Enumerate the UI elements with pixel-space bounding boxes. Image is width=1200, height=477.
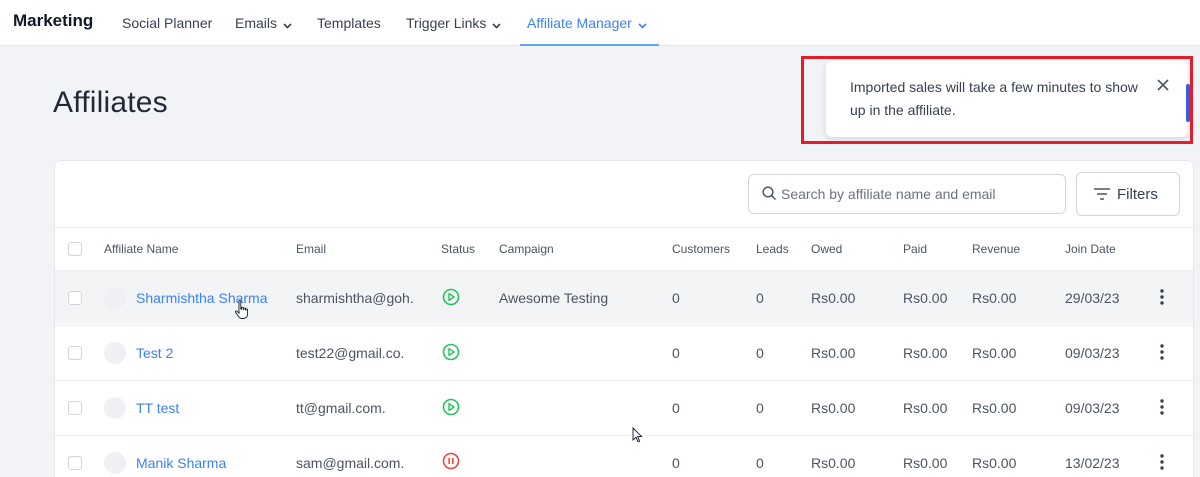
nav-affiliate-manager[interactable]: Affiliate Manager (527, 15, 647, 32)
table-header (55, 227, 1193, 269)
filters-label: Filters (1117, 186, 1158, 203)
column-header-status[interactable]: Status (441, 242, 475, 256)
nav-label: Trigger Links (406, 15, 487, 31)
page-title: Affiliates (53, 86, 168, 119)
row-checkbox[interactable] (68, 456, 82, 470)
affiliate-leads: 0 (756, 400, 764, 416)
column-header-customers[interactable]: Customers (672, 242, 730, 256)
affiliate-revenue: Rs0.00 (972, 455, 1017, 471)
kebab-menu-icon[interactable] (1160, 289, 1164, 308)
chevron-down-icon (638, 16, 647, 32)
column-header-email[interactable]: Email (296, 242, 326, 256)
affiliate-revenue: Rs0.00 (972, 400, 1017, 416)
column-header-affiliate-name[interactable]: Affiliate Name (104, 242, 178, 256)
affiliate-join-date: 29/03/23 (1065, 290, 1120, 306)
affiliate-leads: 0 (756, 290, 764, 306)
affiliate-email: sam@gmail.com. (296, 455, 405, 471)
chevron-down-icon (492, 16, 501, 32)
nav-label: Emails (235, 15, 278, 31)
affiliate-leads: 0 (756, 345, 764, 361)
affiliate-revenue: Rs0.00 (972, 345, 1017, 361)
nav-templates[interactable]: Templates (317, 15, 381, 31)
affiliate-campaign: Awesome Testing (499, 290, 609, 306)
arrow-cursor-icon (632, 426, 643, 448)
affiliate-customers: 0 (672, 455, 680, 471)
column-header-join-date[interactable]: Join Date (1065, 242, 1116, 256)
affiliate-owed: Rs0.00 (811, 290, 856, 306)
affiliate-owed: Rs0.00 (811, 455, 856, 471)
top-nav: Marketing Social Planner Emails Template… (0, 0, 1200, 46)
play-circle-icon (442, 288, 460, 311)
affiliate-revenue: Rs0.00 (972, 290, 1017, 306)
column-header-revenue[interactable]: Revenue (972, 242, 1020, 256)
affiliate-email: tt@gmail.com. (296, 400, 386, 416)
affiliate-owed: Rs0.00 (811, 345, 856, 361)
affiliate-join-date: 13/02/23 (1065, 455, 1120, 471)
affiliate-email: test22@gmail.co. (296, 345, 405, 361)
table-row[interactable]: TT test tt@gmail.com. 0 0 Rs0.00 Rs0.00 … (55, 380, 1193, 434)
affiliate-name-link[interactable]: Test 2 (136, 345, 173, 361)
affiliate-name-link[interactable]: TT test (136, 400, 179, 416)
affiliate-paid: Rs0.00 (903, 290, 948, 306)
affiliate-paid: Rs0.00 (903, 400, 948, 416)
affiliate-customers: 0 (672, 345, 680, 361)
affiliate-name-link[interactable]: Manik Sharma (136, 455, 226, 471)
nav-emails[interactable]: Emails (235, 15, 292, 32)
avatar (104, 342, 126, 364)
affiliate-join-date: 09/03/23 (1065, 345, 1120, 361)
affiliate-owed: Rs0.00 (811, 400, 856, 416)
play-circle-icon (442, 343, 460, 366)
column-header-campaign[interactable]: Campaign (499, 242, 554, 256)
search-icon (762, 186, 777, 206)
app-brand: Marketing (13, 11, 94, 30)
highlight-frame (801, 56, 1193, 144)
search-box (748, 174, 1066, 214)
play-circle-icon (442, 398, 460, 421)
kebab-menu-icon[interactable] (1160, 454, 1164, 473)
table-row[interactable]: Sharmishtha Sharma sharmishtha@goh. Awes… (55, 270, 1193, 324)
avatar (104, 452, 126, 474)
active-tab-indicator (520, 44, 659, 46)
column-header-paid[interactable]: Paid (903, 242, 927, 256)
affiliate-paid: Rs0.00 (903, 345, 948, 361)
affiliate-paid: Rs0.00 (903, 455, 948, 471)
row-checkbox[interactable] (68, 346, 82, 360)
kebab-menu-icon[interactable] (1160, 344, 1164, 363)
nav-label: Templates (317, 15, 381, 31)
affiliate-leads: 0 (756, 455, 764, 471)
select-all-checkbox[interactable] (68, 242, 82, 256)
nav-trigger-links[interactable]: Trigger Links (406, 15, 501, 32)
table-row[interactable]: Test 2 test22@gmail.co. 0 0 Rs0.00 Rs0.0… (55, 325, 1193, 379)
avatar (104, 397, 126, 419)
search-input[interactable] (781, 175, 1061, 213)
affiliate-customers: 0 (672, 290, 680, 306)
filters-button[interactable]: Filters (1076, 172, 1180, 216)
affiliate-customers: 0 (672, 400, 680, 416)
nav-label: Affiliate Manager (527, 15, 632, 31)
nav-social-planner[interactable]: Social Planner (122, 15, 212, 31)
affiliate-join-date: 09/03/23 (1065, 400, 1120, 416)
nav-label: Social Planner (122, 15, 213, 31)
affiliate-email: sharmishtha@goh. (296, 290, 414, 306)
kebab-menu-icon[interactable] (1160, 399, 1164, 418)
affiliates-table-card: Filters Affiliate Name Email Status Camp… (54, 160, 1194, 477)
table-row[interactable]: Manik Sharma sam@gmail.com. 0 0 Rs0.00 R… (55, 435, 1193, 477)
pause-circle-icon (442, 452, 460, 475)
column-header-leads[interactable]: Leads (756, 242, 789, 256)
avatar (104, 287, 126, 309)
hand-cursor-icon (234, 300, 250, 325)
chevron-down-icon (283, 16, 292, 32)
row-checkbox[interactable] (68, 401, 82, 415)
filter-lines-icon (1094, 187, 1110, 205)
row-checkbox[interactable] (68, 291, 82, 305)
column-header-owed[interactable]: Owed (811, 242, 842, 256)
